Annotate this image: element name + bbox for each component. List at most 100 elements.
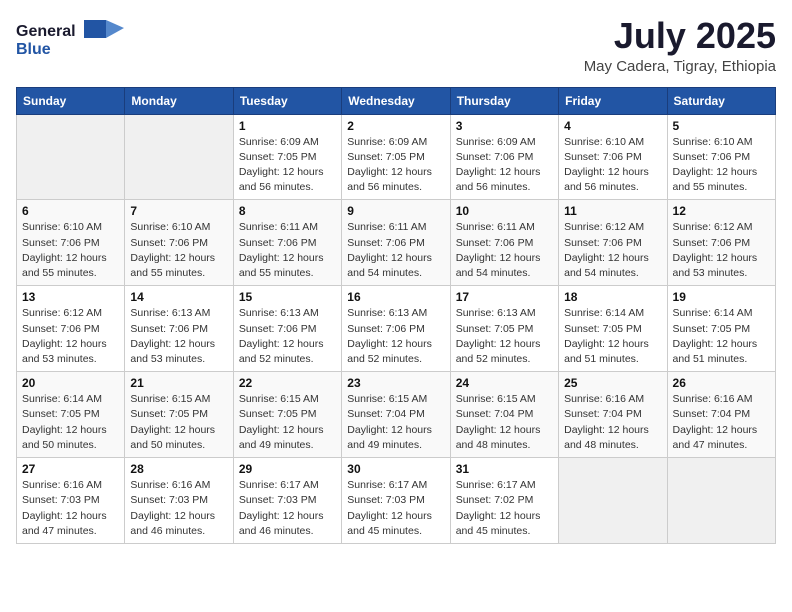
day-number: 7 — [130, 204, 227, 218]
day-cell: 10Sunrise: 6:11 AM Sunset: 7:06 PM Dayli… — [450, 200, 558, 286]
day-cell: 18 Sunrise: 6:14 AM Sunset: 7:05 PM Dayli… — [559, 286, 667, 372]
day-detail: Sunrise: 6:17 AM Sunset: 7:02 PM Dayligh… — [456, 478, 553, 539]
day-detail: Sunrise: 6:13 AM Sunset: 7:06 PM Dayligh… — [347, 306, 444, 367]
day-number: 12 — [673, 204, 770, 218]
day-detail: Sunrise: 6:14 AM Sunset: 7:05 PM Dayligh… — [564, 306, 661, 367]
day-number: 25 — [564, 376, 661, 390]
day-detail: Sunrise: 6:11 AM Sunset: 7:06 PM Dayligh… — [347, 220, 444, 281]
day-number: 31 — [456, 462, 553, 476]
day-number: 8 — [239, 204, 336, 218]
logo-svg: General Blue — [16, 16, 126, 64]
day-number: 27 — [22, 462, 119, 476]
day-detail: Sunrise: 6:09 AM Sunset: 7:05 PM Dayligh… — [239, 135, 336, 196]
location-title: May Cadera, Tigray, Ethiopia — [584, 58, 776, 75]
day-detail: Sunrise: 6:14 AM Sunset: 7:05 PM Dayligh… — [22, 392, 119, 453]
day-number: 21 — [130, 376, 227, 390]
day-cell: 4Sunrise: 6:10 AM Sunset: 7:06 PM Daylig… — [559, 114, 667, 200]
day-cell: 13Sunrise: 6:12 AM Sunset: 7:06 PM Dayli… — [17, 286, 125, 372]
day-detail: Sunrise: 6:17 AM Sunset: 7:03 PM Dayligh… — [347, 478, 444, 539]
day-cell: 30 Sunrise: 6:17 AM Sunset: 7:03 PM Dayli… — [342, 458, 450, 544]
day-number: 17 — [456, 290, 553, 304]
day-number: 6 — [22, 204, 119, 218]
day-cell: 23 Sunrise: 6:15 AM Sunset: 7:04 PM Dayli… — [342, 372, 450, 458]
day-detail: Sunrise: 6:13 AM Sunset: 7:06 PM Dayligh… — [239, 306, 336, 367]
calendar-table: SundayMondayTuesdayWednesdayThursdayFrid… — [16, 87, 776, 544]
day-number: 19 — [673, 290, 770, 304]
day-detail: Sunrise: 6:17 AM Sunset: 7:03 PM Dayligh… — [239, 478, 336, 539]
day-detail: Sunrise: 6:16 AM Sunset: 7:03 PM Dayligh… — [22, 478, 119, 539]
svg-text:Blue: Blue — [16, 41, 51, 58]
day-cell: 25 Sunrise: 6:16 AM Sunset: 7:04 PM Dayli… — [559, 372, 667, 458]
day-cell: 16 Sunrise: 6:13 AM Sunset: 7:06 PM Dayli… — [342, 286, 450, 372]
day-cell: 7 Sunrise: 6:10 AM Sunset: 7:06 PM Daylig… — [125, 200, 233, 286]
day-detail: Sunrise: 6:09 AM Sunset: 7:06 PM Dayligh… — [456, 135, 553, 196]
day-detail: Sunrise: 6:15 AM Sunset: 7:04 PM Dayligh… — [347, 392, 444, 453]
header-cell-sunday: Sunday — [17, 87, 125, 114]
day-number: 14 — [130, 290, 227, 304]
day-number: 24 — [456, 376, 553, 390]
day-cell: 31 Sunrise: 6:17 AM Sunset: 7:02 PM Dayli… — [450, 458, 558, 544]
day-cell: 12 Sunrise: 6:12 AM Sunset: 7:06 PM Dayli… — [667, 200, 775, 286]
logo-block: General Blue — [16, 16, 126, 69]
day-cell — [667, 458, 775, 544]
day-number: 26 — [673, 376, 770, 390]
svg-text:General: General — [16, 23, 76, 40]
day-detail: Sunrise: 6:13 AM Sunset: 7:06 PM Dayligh… — [130, 306, 227, 367]
day-detail: Sunrise: 6:14 AM Sunset: 7:05 PM Dayligh… — [673, 306, 770, 367]
day-number: 28 — [130, 462, 227, 476]
day-cell: 11Sunrise: 6:12 AM Sunset: 7:06 PM Dayli… — [559, 200, 667, 286]
day-detail: Sunrise: 6:16 AM Sunset: 7:03 PM Dayligh… — [130, 478, 227, 539]
day-number: 4 — [564, 119, 661, 133]
day-cell: 22 Sunrise: 6:15 AM Sunset: 7:05 PM Dayli… — [233, 372, 341, 458]
day-cell: 21Sunrise: 6:15 AM Sunset: 7:05 PM Dayli… — [125, 372, 233, 458]
day-cell: 20 Sunrise: 6:14 AM Sunset: 7:05 PM Dayli… — [17, 372, 125, 458]
day-cell — [17, 114, 125, 200]
day-detail: Sunrise: 6:11 AM Sunset: 7:06 PM Dayligh… — [239, 220, 336, 281]
day-detail: Sunrise: 6:16 AM Sunset: 7:04 PM Dayligh… — [673, 392, 770, 453]
day-number: 18 — [564, 290, 661, 304]
day-cell: 14 Sunrise: 6:13 AM Sunset: 7:06 PM Dayli… — [125, 286, 233, 372]
day-cell: 5 Sunrise: 6:10 AM Sunset: 7:06 PM Daylig… — [667, 114, 775, 200]
day-cell: 3Sunrise: 6:09 AM Sunset: 7:06 PM Daylig… — [450, 114, 558, 200]
day-number: 20 — [22, 376, 119, 390]
day-cell: 8 Sunrise: 6:11 AM Sunset: 7:06 PM Daylig… — [233, 200, 341, 286]
day-detail: Sunrise: 6:16 AM Sunset: 7:04 PM Dayligh… — [564, 392, 661, 453]
day-detail: Sunrise: 6:10 AM Sunset: 7:06 PM Dayligh… — [673, 135, 770, 196]
day-number: 29 — [239, 462, 336, 476]
day-detail: Sunrise: 6:10 AM Sunset: 7:06 PM Dayligh… — [22, 220, 119, 281]
day-cell: 9Sunrise: 6:11 AM Sunset: 7:06 PM Daylig… — [342, 200, 450, 286]
day-detail: Sunrise: 6:15 AM Sunset: 7:04 PM Dayligh… — [456, 392, 553, 453]
day-cell: 1 Sunrise: 6:09 AM Sunset: 7:05 PM Daylig… — [233, 114, 341, 200]
day-number: 23 — [347, 376, 444, 390]
day-detail: Sunrise: 6:12 AM Sunset: 7:06 PM Dayligh… — [564, 220, 661, 281]
day-cell: 19 Sunrise: 6:14 AM Sunset: 7:05 PM Dayli… — [667, 286, 775, 372]
day-cell: 17Sunrise: 6:13 AM Sunset: 7:05 PM Dayli… — [450, 286, 558, 372]
header-cell-thursday: Thursday — [450, 87, 558, 114]
day-detail: Sunrise: 6:12 AM Sunset: 7:06 PM Dayligh… — [673, 220, 770, 281]
day-cell — [125, 114, 233, 200]
title-block: July 2025 May Cadera, Tigray, Ethiopia — [584, 16, 776, 75]
day-number: 10 — [456, 204, 553, 218]
day-cell: 29 Sunrise: 6:17 AM Sunset: 7:03 PM Dayli… — [233, 458, 341, 544]
day-cell — [559, 458, 667, 544]
day-detail: Sunrise: 6:15 AM Sunset: 7:05 PM Dayligh… — [239, 392, 336, 453]
week-row-3: 13Sunrise: 6:12 AM Sunset: 7:06 PM Dayli… — [17, 286, 776, 372]
header-cell-tuesday: Tuesday — [233, 87, 341, 114]
day-number: 22 — [239, 376, 336, 390]
header-cell-wednesday: Wednesday — [342, 87, 450, 114]
day-detail: Sunrise: 6:10 AM Sunset: 7:06 PM Dayligh… — [130, 220, 227, 281]
day-cell: 15 Sunrise: 6:13 AM Sunset: 7:06 PM Dayli… — [233, 286, 341, 372]
calendar-body: 1 Sunrise: 6:09 AM Sunset: 7:05 PM Daylig… — [17, 114, 776, 543]
day-number: 30 — [347, 462, 444, 476]
header-cell-monday: Monday — [125, 87, 233, 114]
day-number: 5 — [673, 119, 770, 133]
day-cell: 2Sunrise: 6:09 AM Sunset: 7:05 PM Daylig… — [342, 114, 450, 200]
page-header: General Blue July 2025 May Cadera, Tigra… — [16, 16, 776, 75]
header-cell-saturday: Saturday — [667, 87, 775, 114]
day-cell: 6 Sunrise: 6:10 AM Sunset: 7:06 PM Daylig… — [17, 200, 125, 286]
logo: General Blue — [16, 16, 126, 69]
day-number: 16 — [347, 290, 444, 304]
day-number: 1 — [239, 119, 336, 133]
day-number: 15 — [239, 290, 336, 304]
day-cell: 26 Sunrise: 6:16 AM Sunset: 7:04 PM Dayli… — [667, 372, 775, 458]
